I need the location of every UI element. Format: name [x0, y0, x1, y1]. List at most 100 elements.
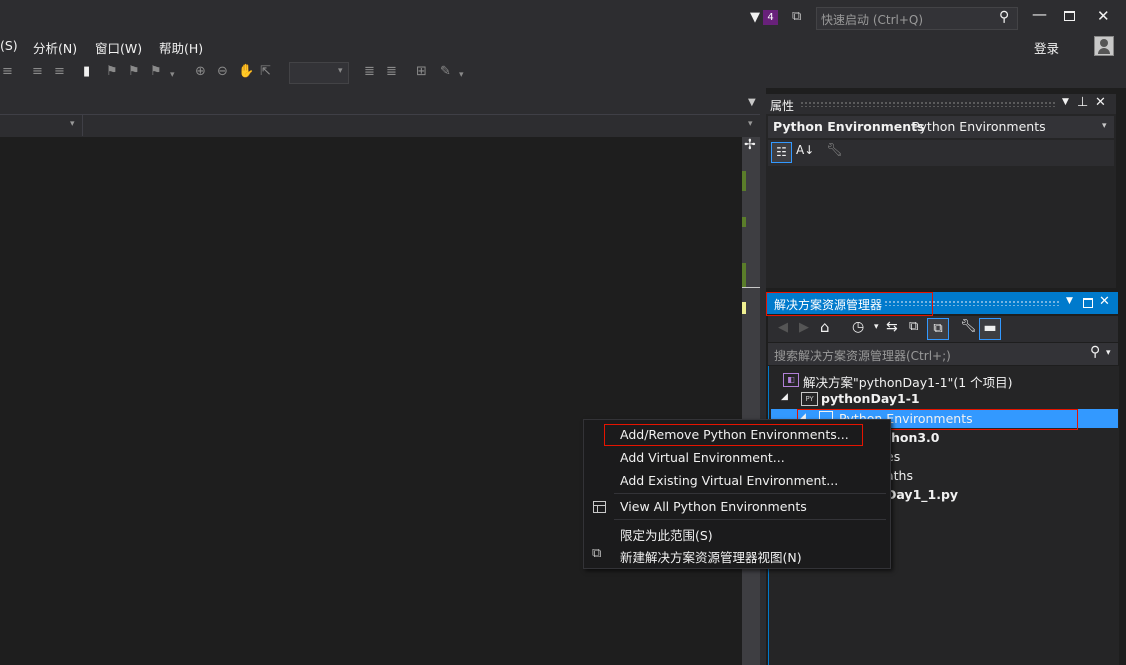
navigation-bar: ▾ ▾ — [0, 114, 760, 138]
solution-search-box[interactable]: 搜索解决方案资源管理器(Ctrl+;) ⚲ ▾ — [768, 343, 1118, 365]
collapse-all-icon[interactable]: ⧉ — [909, 319, 918, 334]
solution-search-placeholder: 搜索解决方案资源管理器(Ctrl+;) — [774, 349, 951, 363]
chevron-down-icon[interactable]: ▾ — [874, 322, 879, 332]
uncomment-icon[interactable]: ≡ — [54, 65, 65, 79]
pin-icon[interactable]: ⊥ — [1077, 95, 1088, 110]
chevron-down-icon: ▾ — [338, 66, 343, 76]
highlight-box — [604, 424, 863, 446]
comment-icon[interactable]: ≡ — [32, 65, 43, 79]
solution-icon: ◧ — [783, 373, 799, 387]
quick-launch-box[interactable]: 快速启动 (Ctrl+Q) ⚲ — [816, 7, 1018, 30]
dropdown-arrow-icon[interactable]: ▾ — [170, 68, 175, 82]
chevron-down-icon: ▾ — [70, 119, 75, 129]
caret-marker — [742, 287, 760, 288]
menu-item-view-all-environments[interactable]: View All Python Environments — [620, 499, 807, 514]
menu-separator — [614, 519, 886, 520]
home-icon[interactable]: ⌂ — [820, 318, 830, 336]
toolbar — [0, 58, 1126, 88]
avatar[interactable] — [1094, 36, 1114, 56]
maximize-icon[interactable] — [1083, 298, 1093, 308]
preview-selected-icon[interactable]: ▬ — [979, 318, 1001, 340]
prev-bookmark-icon[interactable]: ⚑ — [106, 65, 118, 79]
zoom-in-icon[interactable]: ⊕ — [195, 65, 206, 79]
change-marker — [742, 263, 746, 287]
menu-item-analyze[interactable]: 分析(N) — [33, 38, 77, 57]
next-bookmark-icon[interactable]: ⚑ — [128, 65, 140, 79]
overflow-arrow-icon[interactable]: ▾ — [459, 68, 464, 82]
chevron-down-icon: ▾ — [1106, 348, 1111, 358]
categorized-icon[interactable]: ☷ — [771, 142, 792, 163]
solution-explorer-toolbar: ◀ ▶ ⌂ ◷ ▾ ⇆ ⧉ ⧉ 🔧︎ ▬ — [768, 316, 1118, 342]
menu-separator — [614, 493, 886, 494]
environments-window-icon — [593, 501, 606, 513]
format-icon[interactable]: ≣ — [386, 65, 397, 79]
close-button[interactable]: ✕ — [1097, 7, 1110, 25]
header-grip — [800, 101, 1056, 107]
wrench-icon[interactable]: 🔧︎ — [826, 143, 843, 158]
alphabetical-icon[interactable]: A↓ — [796, 143, 814, 157]
chevron-down-icon[interactable]: ▼ — [1066, 296, 1073, 306]
zoom-dropdown[interactable]: ▾ — [289, 62, 349, 84]
menu-item-help[interactable]: 帮助(H) — [159, 38, 203, 57]
close-icon[interactable]: ✕ — [1099, 294, 1110, 309]
pending-changes-icon[interactable]: ◷ — [852, 319, 864, 335]
object-selector[interactable]: Python Environments Python Environments … — [768, 116, 1114, 138]
properties-title: 属性 — [770, 99, 795, 113]
tree-item-env[interactable]: thon3.0 — [885, 430, 940, 445]
chevron-down-icon: ▾ — [1102, 121, 1107, 131]
maximize-button[interactable] — [1064, 11, 1075, 21]
change-marker — [742, 217, 746, 227]
split-icon[interactable]: ✢ — [744, 137, 756, 153]
menu-item-add-existing-virtual-environment[interactable]: Add Existing Virtual Environment... — [620, 473, 838, 488]
feedback-icon[interactable]: ⧉ — [792, 9, 801, 24]
highlight-box — [766, 292, 933, 316]
change-marker — [742, 171, 746, 191]
code-editor[interactable] — [0, 137, 742, 665]
pen-icon[interactable]: ✎ — [440, 65, 451, 79]
menu-item-add-virtual-environment[interactable]: Add Virtual Environment... — [620, 450, 785, 465]
back-icon[interactable]: ◀ — [778, 320, 788, 335]
document-tab-well — [0, 88, 766, 114]
layout-icon[interactable]: ⊞ — [416, 65, 427, 79]
filter-icon[interactable]: ▼ — [750, 10, 760, 25]
sync-icon[interactable]: ⇆ — [886, 319, 898, 335]
member-dropdown[interactable]: ▾ — [84, 115, 760, 136]
pan-hand-icon[interactable]: ✋ — [238, 65, 254, 79]
unsaved-marker — [742, 302, 746, 314]
new-view-icon: ⧉ — [592, 546, 602, 561]
zoom-out-icon[interactable]: ⊖ — [217, 65, 228, 79]
forward-icon[interactable]: ▶ — [799, 320, 809, 335]
minimize-button[interactable]: — — [1032, 5, 1047, 23]
notification-badge[interactable]: 4 — [763, 10, 778, 25]
type-dropdown[interactable]: ▾ — [0, 115, 83, 136]
chevron-down-icon: ▾ — [748, 119, 753, 129]
close-icon[interactable]: ✕ — [1095, 95, 1106, 110]
select-arrow-icon[interactable]: ⇱ — [260, 65, 271, 79]
tree-item-solution[interactable]: 解决方案"pythonDay1-1"(1 个项目) — [803, 372, 1013, 391]
sign-in-link[interactable]: 登录 — [1034, 38, 1059, 57]
menu-item-s[interactable]: (S) — [0, 38, 18, 53]
chevron-down-icon[interactable]: ▼ — [1062, 97, 1069, 107]
search-icon: ⚲ — [1090, 344, 1101, 360]
menu-item-window[interactable]: 窗口(W) — [95, 38, 142, 57]
bookmark-icon[interactable]: ▮ — [83, 65, 90, 79]
indent-icon[interactable]: ≡ — [2, 65, 13, 79]
properties-grid — [768, 166, 1114, 286]
tab-list-icon[interactable]: ▼ — [748, 97, 756, 108]
align-icon[interactable]: ≣ — [364, 65, 375, 79]
tree-item-file[interactable]: Day1_1.py — [886, 487, 958, 502]
menu-item-scope-to-this[interactable]: 限定为此范围(S) — [620, 525, 713, 544]
show-all-files-icon[interactable]: ⧉ — [927, 318, 949, 340]
selected-object-type: Python Environments — [912, 119, 1046, 134]
menu-item-new-solution-explorer-view[interactable]: 新建解决方案资源管理器视图(N) — [620, 547, 802, 566]
properties-header: 属性 ▼ ⊥ ✕ — [766, 94, 1116, 114]
clear-bookmark-icon[interactable]: ⚑ — [150, 65, 162, 79]
editor-scrollbar[interactable]: ✢ — [742, 137, 760, 665]
search-icon: ⚲ — [999, 9, 1010, 25]
properties-toolbar: ☷ A↓ 🔧︎ — [768, 140, 1114, 166]
tree-item-project[interactable]: pythonDay1-1 — [821, 391, 920, 406]
properties-wrench-icon[interactable]: 🔧︎ — [960, 319, 977, 334]
quick-launch-placeholder: 快速启动 (Ctrl+Q) — [821, 13, 924, 27]
expand-arrow-icon[interactable]: ◢ — [781, 392, 788, 402]
selected-object-name: Python Environments — [773, 119, 925, 134]
